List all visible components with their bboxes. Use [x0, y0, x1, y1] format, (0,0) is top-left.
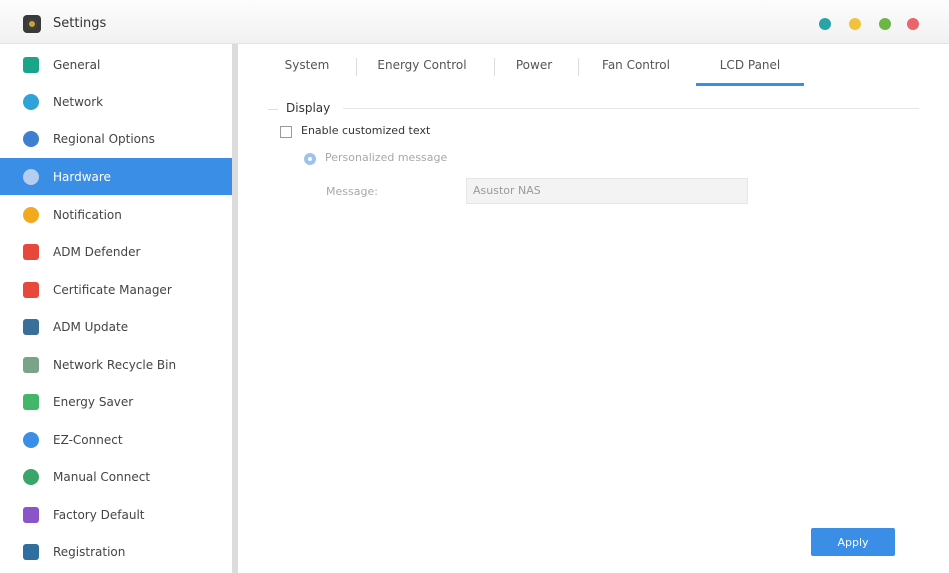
- adm-defender-icon: [23, 243, 39, 260]
- sidebar-item-network-recycle-bin[interactable]: Network Recycle Bin: [0, 346, 232, 383]
- hardware-icon: [23, 168, 39, 185]
- active-tab-indicator: [696, 83, 804, 86]
- sidebar-item-manual-connect[interactable]: Manual Connect: [0, 458, 232, 495]
- sidebar-item-label: Energy Saver: [53, 394, 134, 409]
- sidebar-item-general[interactable]: General: [0, 46, 232, 83]
- sidebar-item-energy-saver[interactable]: Energy Saver: [0, 383, 232, 420]
- sidebar-item-label: Registration: [53, 544, 126, 559]
- registration-icon: [23, 543, 39, 560]
- title-bar: Settings: [0, 0, 949, 44]
- sidebar-item-factory-default[interactable]: Factory Default: [0, 496, 232, 533]
- personalized-message-radio[interactable]: [304, 153, 316, 165]
- sidebar-item-label: Hardware: [53, 169, 111, 184]
- tab-divider: [356, 58, 357, 76]
- enable-customized-text-label: Enable customized text: [301, 124, 431, 137]
- sidebar-item-label: Certificate Manager: [53, 282, 172, 297]
- tab-lcd-panel[interactable]: LCD Panel: [706, 58, 794, 72]
- manual-connect-icon: [23, 468, 39, 485]
- sidebar-item-label: Notification: [53, 207, 122, 222]
- sidebar-item-label: ADM Update: [53, 319, 129, 334]
- certificate-manager-icon: [23, 281, 39, 298]
- message-label: Message:: [326, 185, 378, 198]
- window-title: Settings: [53, 16, 107, 31]
- sidebar-item-notification[interactable]: Notification: [0, 196, 232, 233]
- sidebar-item-label: Regional Options: [53, 131, 155, 146]
- general-icon: [23, 56, 39, 73]
- factory-default-icon: [23, 506, 39, 523]
- sidebar-item-hardware[interactable]: Hardware: [0, 158, 232, 195]
- content-panel: System Energy Control Power Fan Control …: [238, 44, 949, 573]
- sidebar-item-ez-connect[interactable]: EZ-Connect: [0, 421, 232, 458]
- enable-customized-text-checkbox[interactable]: [280, 126, 292, 138]
- sidebar-item-regional-options[interactable]: Regional Options: [0, 120, 232, 157]
- tab-energy-control[interactable]: Energy Control: [374, 58, 470, 72]
- regional-options-icon: [23, 130, 39, 147]
- section-divider: [343, 108, 919, 109]
- green-dot-icon[interactable]: [879, 18, 891, 30]
- recycle-bin-icon: [23, 356, 39, 373]
- sidebar-item-label: Factory Default: [53, 507, 145, 522]
- notification-icon: [23, 206, 39, 223]
- section-divider: [268, 109, 278, 110]
- sidebar-item-label: Network Recycle Bin: [53, 357, 177, 372]
- energy-saver-icon: [23, 393, 39, 410]
- sidebar-item-label: General: [53, 57, 101, 72]
- settings-app-icon: [23, 15, 41, 33]
- tab-system[interactable]: System: [283, 58, 331, 72]
- sidebar: General Network Regional Options Hardwar…: [0, 44, 232, 573]
- sidebar-item-registration[interactable]: Registration: [0, 533, 232, 570]
- sidebar-item-label: ADM Defender: [53, 244, 141, 259]
- yellow-dot-icon[interactable]: [849, 18, 861, 30]
- section-title-display: Display: [286, 101, 331, 115]
- apply-button[interactable]: Apply: [811, 528, 895, 556]
- sidebar-item-adm-update[interactable]: ADM Update: [0, 308, 232, 345]
- message-input[interactable]: Asustor NAS: [466, 178, 748, 204]
- sidebar-item-label: Manual Connect: [53, 469, 151, 484]
- personalized-message-label: Personalized message: [325, 151, 448, 164]
- network-globe-icon: [23, 93, 39, 110]
- sidebar-item-network[interactable]: Network: [0, 83, 232, 120]
- teal-dot-icon[interactable]: [819, 18, 831, 30]
- sidebar-item-adm-defender[interactable]: ADM Defender: [0, 233, 232, 270]
- sidebar-item-certificate-manager[interactable]: Certificate Manager: [0, 271, 232, 308]
- tab-power[interactable]: Power: [510, 58, 558, 72]
- tab-divider: [494, 58, 495, 76]
- red-dot-icon[interactable]: [907, 18, 919, 30]
- tab-bar: System Energy Control Power Fan Control …: [238, 44, 949, 89]
- sidebar-item-label: EZ-Connect: [53, 432, 123, 447]
- tab-divider: [578, 58, 579, 76]
- sidebar-item-label: Network: [53, 94, 104, 109]
- adm-update-icon: [23, 318, 39, 335]
- ez-connect-icon: [23, 431, 39, 448]
- tab-fan-control[interactable]: Fan Control: [596, 58, 676, 72]
